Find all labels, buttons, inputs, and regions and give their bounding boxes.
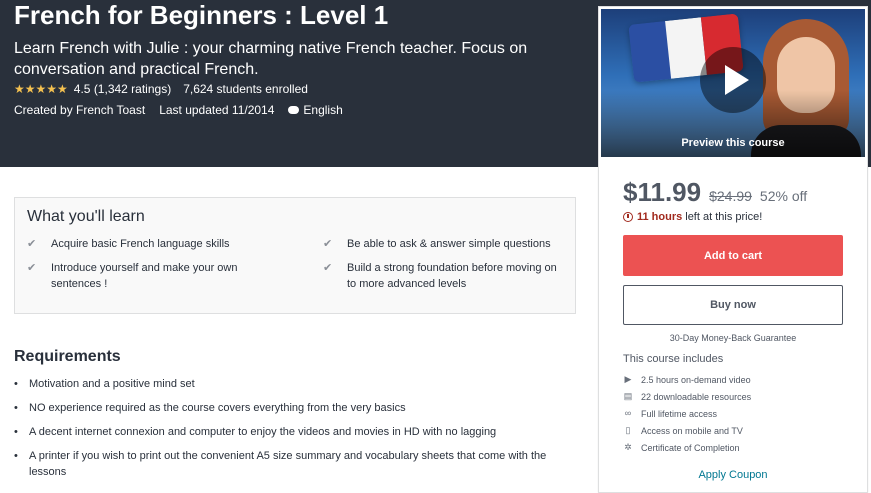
list-item: ✲ Certificate of Completion (623, 439, 751, 456)
last-updated: Last updated 11/2014 (159, 103, 275, 117)
infinity-icon: ∞ (624, 408, 632, 418)
learn-item-text: Be able to ask & answer simple questions (347, 238, 551, 250)
course-subtitle: Learn French with Julie : your charming … (14, 40, 528, 78)
requirement-text: NO experience required as the course cov… (29, 402, 406, 414)
include-text: 2.5 hours on-demand video (641, 374, 751, 385)
apply-coupon-link[interactable]: Apply Coupon (599, 469, 867, 481)
check-icon: ✔ (27, 262, 37, 274)
sale-timer: 11 hours left at this price! (623, 211, 762, 223)
current-price: $11.99 (623, 177, 702, 207)
course-preview-video[interactable]: Preview this course (601, 9, 865, 157)
requirements-title: Requirements (14, 348, 121, 365)
original-price: $24.99 (709, 188, 752, 204)
list-item: ∞ Full lifetime access (623, 405, 751, 422)
preview-label[interactable]: Preview this course (601, 137, 865, 149)
rating-value[interactable]: 4.5 (1,342 ratings) (74, 82, 171, 96)
include-text: Access on mobile and TV (641, 425, 743, 436)
list-item: • NO experience required as the course co… (14, 400, 584, 416)
speech-bubble-icon (288, 106, 300, 114)
money-back-guarantee: 30-Day Money-Back Guarantee (669, 333, 797, 343)
list-item: • A decent internet connexion and compute… (14, 424, 584, 440)
purchase-sidebar: Preview this course $11.99 $24.99 52% of… (598, 6, 868, 493)
course-meta: Created by French Toast Last updated 11/… (14, 103, 343, 117)
include-text: 22 downloadable resources (641, 391, 752, 402)
buy-now-button[interactable]: Buy now (623, 285, 843, 325)
bullet-icon: • (14, 450, 18, 462)
requirement-text: A decent internet connexion and computer… (29, 426, 497, 438)
learn-item-text: Acquire basic French language skills (51, 238, 230, 250)
alarm-clock-icon (623, 212, 633, 222)
learn-item-text: Introduce yourself and make your own sen… (51, 262, 238, 290)
course-language: English (303, 103, 343, 117)
video-icon: ▶ (624, 374, 632, 384)
includes-list: ▶ 2.5 hours on-demand video ▤ 22 downloada… (623, 371, 751, 456)
check-icon: ✔ (27, 238, 37, 250)
learn-item-text: Build a strong foundation before moving … (347, 262, 557, 290)
learn-item: ✔ Acquire basic French language skills (27, 236, 297, 252)
requirements-list: • Motivation and a positive mind set • NO … (14, 376, 584, 488)
learn-title: What you'll learn (27, 208, 145, 225)
play-icon[interactable] (700, 47, 766, 113)
star-rating-icon: ★★★★★ (14, 82, 68, 96)
enrolled-count: 7,624 students enrolled (183, 82, 308, 96)
includes-title: This course includes (623, 353, 724, 365)
course-title: French for Beginners : Level 1 (14, 0, 389, 30)
list-item: • A printer if you wish to print out the … (14, 448, 584, 480)
requirement-text: Motivation and a positive mind set (29, 378, 195, 390)
discount-percent: 52% off (759, 188, 808, 204)
time-left: 11 hours (637, 211, 683, 223)
price-row: $11.99 $24.99 52% off (623, 177, 807, 208)
created-by[interactable]: Created by French Toast (14, 103, 145, 117)
add-to-cart-button[interactable]: Add to cart (623, 235, 843, 276)
list-item: ▤ 22 downloadable resources (623, 388, 751, 405)
include-text: Full lifetime access (641, 408, 718, 419)
what-youll-learn: What you'll learn ✔ Acquire basic French… (14, 197, 576, 314)
learn-item: ✔ Introduce yourself and make your own s… (27, 260, 277, 292)
check-icon: ✔ (323, 238, 333, 250)
list-item: • Motivation and a positive mind set (14, 376, 584, 392)
check-icon: ✔ (323, 262, 333, 274)
bullet-icon: • (14, 378, 18, 390)
time-left-text: left at this price! (685, 211, 763, 223)
include-text: Certificate of Completion (641, 442, 740, 453)
bullet-icon: • (14, 402, 18, 414)
requirement-text: A printer if you wish to print out the c… (29, 450, 547, 478)
mobile-icon: ▯ (625, 425, 631, 435)
rating-row: ★★★★★ 4.5 (1,342 ratings) 7,624 students… (14, 82, 308, 96)
learn-item: ✔ Be able to ask & answer simple questio… (323, 236, 573, 252)
certificate-icon: ✲ (624, 442, 632, 452)
bullet-icon: • (14, 426, 18, 438)
learn-item: ✔ Build a strong foundation before movin… (323, 260, 573, 292)
file-icon: ▤ (623, 391, 633, 401)
list-item: ▯ Access on mobile and TV (623, 422, 751, 439)
list-item: ▶ 2.5 hours on-demand video (623, 371, 751, 388)
